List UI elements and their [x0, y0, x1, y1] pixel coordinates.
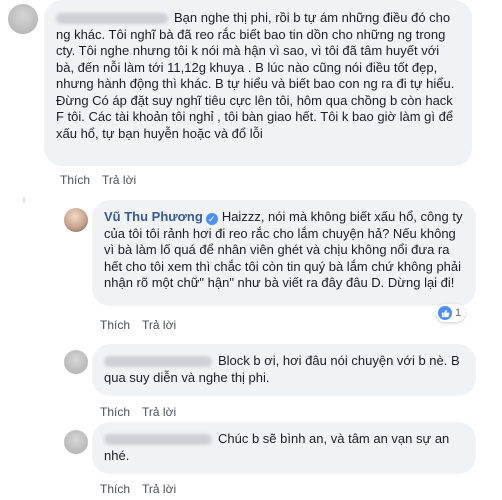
like-link[interactable]: Thích	[60, 173, 90, 187]
comment-actions: Thích Trả lời	[100, 405, 188, 419]
reply-link[interactable]: Trả lời	[102, 173, 136, 187]
avatar[interactable]	[64, 350, 88, 374]
like-link[interactable]: Thích	[100, 482, 130, 496]
reply-link[interactable]: Trả lời	[142, 318, 176, 332]
comment-bubble: Block b ơi, hơi đâu nói chuyện với b nè.…	[92, 344, 476, 396]
like-link[interactable]: Thích	[100, 405, 130, 419]
comment-bubble: Bạn nghe thị phi, rồi b tự ám những điều…	[44, 0, 472, 166]
comment-actions: Thích Trả lời	[100, 482, 188, 496]
author-name-blurred[interactable]	[104, 356, 212, 368]
avatar[interactable]	[8, 4, 38, 34]
like-link[interactable]: Thích	[100, 318, 130, 332]
avatar[interactable]	[64, 430, 88, 454]
verified-badge-icon: ✓	[205, 213, 218, 225]
comment-bubble: Vũ Thu Phương ✓ Haizzz, nói mà không biết …	[92, 200, 476, 306]
avatar[interactable]	[64, 208, 88, 232]
reaction-badge[interactable]: 1	[436, 304, 466, 322]
thumbs-up-icon	[438, 306, 452, 320]
author-name-blurred[interactable]	[56, 13, 168, 25]
reply-thread-line	[23, 198, 25, 202]
author-name-blurred[interactable]	[104, 434, 212, 446]
comment-bubble: Chúc b sẽ bình an, và tâm an vạn sự an n…	[92, 422, 476, 474]
reply-link[interactable]: Trả lời	[142, 405, 176, 419]
reaction-count: 1	[455, 307, 462, 319]
reply-link[interactable]: Trả lời	[142, 482, 176, 496]
comment-text: Bạn nghe thị phi, rồi b tự ám những điều…	[56, 10, 455, 141]
author-name[interactable]: Vũ Thu Phương	[104, 209, 203, 224]
comment-actions: Thích Trả lời	[100, 318, 188, 332]
comment-actions: Thích Trả lời	[60, 173, 148, 187]
